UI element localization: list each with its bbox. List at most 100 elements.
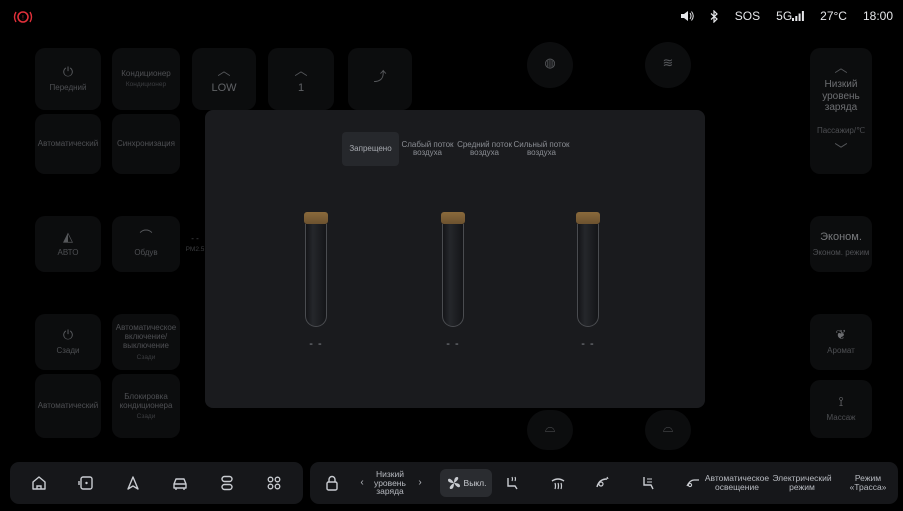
seat-heat-left-button[interactable]: ◍	[527, 42, 573, 88]
aroma-button[interactable]: ❦ Аромат	[810, 314, 872, 370]
option-strong[interactable]: Сильный поток воздуха	[513, 132, 570, 166]
temp-left-control[interactable]: ︿ LOW	[192, 48, 256, 110]
chevron-up-icon: ︿	[294, 62, 308, 78]
outside-temperature: 27°C	[820, 9, 847, 23]
ac-sub-label: Кондиционер	[125, 81, 167, 89]
ac-button[interactable]: Кондиционер Кондиционер	[112, 48, 180, 110]
navigation-icon[interactable]	[120, 470, 146, 496]
option-medium[interactable]: Средний поток воздуха	[456, 132, 513, 166]
grid-icon[interactable]	[261, 470, 287, 496]
rear-mode-label: Автоматический	[37, 401, 99, 411]
power-icon: ⏻	[62, 327, 74, 343]
network-label: 5G	[776, 9, 793, 23]
option-weak[interactable]: Слабый поток воздуха	[399, 132, 456, 166]
massage-seat-icon: ⟟	[838, 394, 844, 410]
seat-heat-right-button[interactable]: ≋	[645, 42, 691, 88]
track-mode-button[interactable]: Режим «Трасса»	[840, 462, 896, 504]
apps-switch-icon[interactable]	[214, 470, 240, 496]
charge-next-chevron-icon[interactable]: ›	[414, 462, 426, 504]
vial-2-label: - -	[446, 338, 460, 350]
ambient-light-label[interactable]: Автоматическое освещение	[704, 462, 770, 504]
eco-sub: Эконом. режим	[812, 247, 870, 257]
fan-toggle-button[interactable]: Выкл.	[440, 469, 492, 497]
ac-label: Кондиционер	[121, 69, 171, 79]
passenger-temp-control[interactable]: ︿ Низкий уровень заряда Пассажир/℃ ﹀	[810, 48, 872, 174]
auto-climate-button[interactable]: ◭ АВТО	[35, 216, 101, 272]
ambient-light-icon[interactable]	[682, 462, 704, 504]
fan-speed-control[interactable]: ︿ 1	[268, 48, 334, 110]
vial-3-label: - -	[581, 338, 595, 350]
eco-mode-button[interactable]: Эконом. Эконом. режим	[810, 216, 872, 272]
blow-label: Обдув	[134, 248, 158, 258]
front-mode-label: Автоматический	[37, 139, 99, 149]
steering-heat-icon: ◍	[544, 55, 556, 71]
sync-label: Синхронизация	[117, 139, 175, 149]
sync-button[interactable]: Синхронизация	[112, 114, 180, 174]
seat-airflow-icon: ⤴	[373, 69, 387, 85]
massage-button[interactable]: ⟟ Массаж	[810, 380, 872, 438]
pm25-value: - -	[191, 234, 199, 244]
chevron-down-icon: ﹀	[834, 141, 848, 157]
defrost-front-icon[interactable]	[546, 462, 570, 504]
eco-title: Эконом.	[820, 231, 862, 244]
seat-icon: ⌓	[662, 420, 674, 436]
home-icon[interactable]	[26, 470, 52, 496]
rear-power-label: Сзади	[56, 346, 80, 356]
bluetooth-icon[interactable]	[710, 9, 719, 23]
auto-label: АВТО	[57, 248, 79, 258]
seat-icon: ⌓	[544, 420, 556, 436]
vial-cap	[304, 212, 328, 224]
phone-icon[interactable]	[73, 470, 99, 496]
car-icon[interactable]	[167, 470, 193, 496]
brake-warning-icon: !	[13, 11, 33, 23]
vial-body	[577, 224, 599, 327]
power-icon: ⏻	[62, 64, 74, 80]
passenger-label: Пассажир/℃	[816, 125, 866, 135]
fragrance-vial-2[interactable]	[440, 212, 466, 327]
airflow-mode-button[interactable]: ⤴	[348, 48, 412, 110]
fragrance-vial-3[interactable]	[575, 212, 601, 327]
temp-left-value: LOW	[211, 81, 237, 94]
auto-onoff-button[interactable]: Автоматическое включение/ выключение Сза…	[112, 314, 180, 370]
status-bar: ! SOS 5G 27°C 18:00	[0, 0, 903, 34]
vial-body	[305, 224, 327, 327]
electric-mode-button[interactable]: Электрический режим	[772, 462, 832, 504]
front-power-button[interactable]: ⏻ Передний	[35, 48, 101, 110]
passenger-temp-value: Низкий уровень заряда	[822, 79, 860, 114]
network-indicator: 5G	[776, 9, 805, 23]
seat-vent-left-button[interactable]: ⌓	[527, 410, 573, 450]
steering-wheel-heat-icon[interactable]	[590, 462, 614, 504]
vial-cap	[576, 212, 600, 224]
option-disabled[interactable]: Запрещено	[342, 132, 399, 166]
defrost-button[interactable]: ⌒ Обдув	[112, 216, 180, 272]
fragrance-vial-1[interactable]	[303, 212, 329, 327]
seat-ventilation-icon[interactable]	[636, 462, 660, 504]
ac-lock-button[interactable]: Блокировка кондиционера Сзади	[112, 374, 180, 438]
seat-heat-icon[interactable]	[500, 462, 524, 504]
front-power-label: Передний	[49, 83, 87, 93]
chevron-up-icon: ︿	[834, 60, 848, 76]
dock-right: ‹ Низкий уровень заряда › Выкл. Автомати…	[310, 462, 898, 504]
fan-icon	[447, 477, 460, 489]
speaker-icon[interactable]	[680, 10, 694, 22]
seat-vent-right-button[interactable]: ⌓	[645, 410, 691, 450]
rear-power-button[interactable]: ⏻ Сзади	[35, 314, 101, 370]
vial-1-label: - -	[309, 338, 323, 350]
auto-climate-icon: ◭	[63, 229, 73, 245]
defrost-icon: ⌒	[139, 229, 153, 245]
auto-onoff-label: Автоматическое включение/ выключение	[115, 322, 177, 351]
aroma-label: Аромат	[827, 346, 855, 356]
ac-lock-label: Блокировка кондиционера	[119, 391, 173, 410]
signal-icon	[792, 11, 805, 21]
vial-body	[442, 224, 464, 327]
fragrance-modal: Запрещено Слабый поток воздуха Средний п…	[205, 110, 705, 408]
sos-label[interactable]: SOS	[735, 9, 760, 23]
intensity-selector: Запрещено Слабый поток воздуха Средний п…	[342, 132, 570, 166]
vial-cap	[441, 212, 465, 224]
rear-mode-button[interactable]: Автоматический	[35, 374, 101, 438]
front-mode-button[interactable]: Автоматический	[35, 114, 101, 174]
lock-icon[interactable]	[320, 462, 344, 504]
ac-lock-sub: Сзади	[136, 412, 156, 420]
charge-prev-chevron-icon[interactable]: ‹	[356, 462, 368, 504]
pm25-label: PM2.5	[185, 246, 205, 254]
